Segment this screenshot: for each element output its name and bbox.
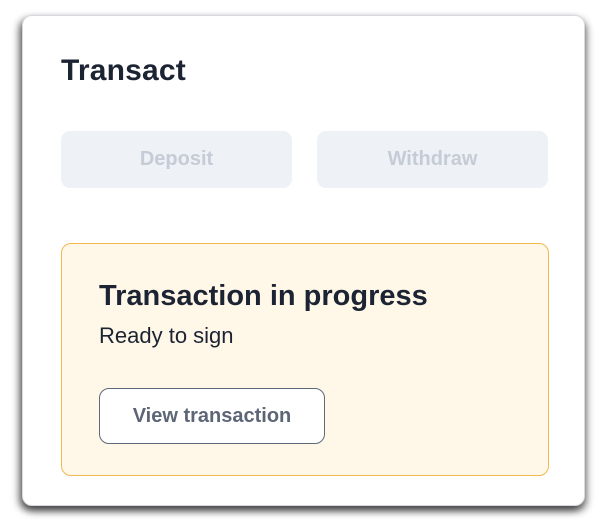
view-transaction-button[interactable]: View transaction [99,388,325,444]
transaction-progress-panel: Transaction in progress Ready to sign Vi… [61,243,549,476]
progress-title: Transaction in progress [99,280,428,312]
withdraw-button[interactable]: Withdraw [317,131,548,188]
card-title: Transact [61,54,186,87]
page: Transact Deposit Withdraw Transaction in… [0,0,600,529]
deposit-button[interactable]: Deposit [61,131,292,188]
transact-card: Transact Deposit Withdraw Transaction in… [22,15,585,506]
progress-status: Ready to sign [99,323,234,348]
